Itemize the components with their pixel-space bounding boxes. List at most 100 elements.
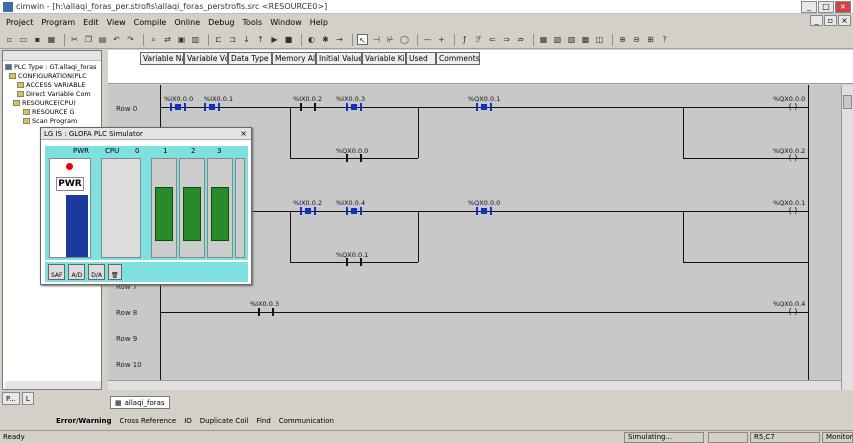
window-icon[interactable]: ◫: [594, 34, 605, 45]
ladder-horizontal-scrollbar[interactable]: [108, 380, 841, 390]
paste-icon[interactable]: ▤: [97, 34, 108, 45]
tab-io[interactable]: IO: [180, 417, 196, 425]
copy-icon[interactable]: ❐: [83, 34, 94, 45]
arrow-left-icon[interactable]: ⇐: [487, 34, 498, 45]
col-comments[interactable]: Comments: [436, 52, 480, 65]
upload-icon[interactable]: ↑: [255, 34, 266, 45]
tree-horizontal-scrollbar[interactable]: [5, 381, 101, 389]
compile-icon[interactable]: ▣: [176, 34, 187, 45]
menu-project[interactable]: Project: [2, 18, 37, 27]
menu-help[interactable]: Help: [306, 18, 332, 27]
coil[interactable]: ( ): [784, 308, 802, 316]
cpu-module[interactable]: [101, 158, 141, 258]
io-module-slot-3[interactable]: [207, 158, 233, 258]
download-icon[interactable]: ↓: [241, 34, 252, 45]
tree-node-configuration[interactable]: CONFIGURATION(PLC: [9, 72, 87, 80]
ad-button[interactable]: A/D: [68, 264, 86, 280]
run-icon[interactable]: ▶: [269, 34, 280, 45]
arrow-right-icon[interactable]: ⇒: [501, 34, 512, 45]
tab-duplicate-coil[interactable]: Duplicate Coil: [196, 417, 253, 425]
contact-active[interactable]: [346, 103, 362, 111]
coil[interactable]: ( ): [784, 207, 802, 215]
select-tool-icon[interactable]: ↖: [357, 34, 368, 45]
col-variable-kind[interactable]: Variable Ki: [362, 52, 406, 65]
coil[interactable]: ( ): [784, 103, 802, 111]
tree-tab-project[interactable]: P...: [2, 392, 20, 405]
comment-icon[interactable]: ▧: [552, 34, 563, 45]
save-icon[interactable]: ▪: [32, 34, 43, 45]
io-module-slot-2[interactable]: [179, 158, 205, 258]
scroll-thumb[interactable]: [843, 95, 852, 109]
menu-debug[interactable]: Debug: [204, 18, 238, 27]
da-button[interactable]: D/A: [88, 264, 105, 280]
hline-icon[interactable]: —: [422, 34, 433, 45]
tree-node-scan-program[interactable]: Scan Program: [23, 117, 77, 125]
func-icon[interactable]: ƒ: [459, 34, 470, 45]
jump-icon[interactable]: ⇏: [515, 34, 526, 45]
coil-icon[interactable]: ◯: [399, 34, 410, 45]
menu-edit[interactable]: Edit: [79, 18, 103, 27]
tree-node-resource[interactable]: RESOURCE(CPU): [13, 99, 76, 107]
menu-view[interactable]: View: [103, 18, 130, 27]
find-icon[interactable]: ⌕: [148, 34, 159, 45]
mdi-close-button[interactable]: ×: [838, 15, 851, 26]
col-variable-name[interactable]: Variable Na: [140, 52, 184, 65]
contact-no-icon[interactable]: ⊣: [371, 34, 382, 45]
tree-node-access-variable[interactable]: ACCESS VARIABLE: [17, 81, 85, 89]
open-icon[interactable]: ▭: [18, 34, 29, 45]
undo-icon[interactable]: ↶: [111, 34, 122, 45]
build-icon[interactable]: ▥: [190, 34, 201, 45]
mdi-restore-button[interactable]: ▫: [824, 15, 837, 26]
minimize-button[interactable]: _: [801, 1, 817, 13]
step-icon[interactable]: →: [334, 34, 345, 45]
tab-find[interactable]: Find: [252, 417, 274, 425]
disconnect-icon[interactable]: ⊐: [227, 34, 238, 45]
monitor-icon[interactable]: ◐: [306, 34, 317, 45]
ladder-vertical-scrollbar[interactable]: [841, 85, 853, 390]
document-tab[interactable]: ▦ allaqi_foras: [110, 396, 170, 409]
menu-window[interactable]: Window: [266, 18, 306, 27]
col-used[interactable]: Used: [406, 52, 436, 65]
col-variable-value[interactable]: Variable Vc: [184, 52, 228, 65]
stop-icon[interactable]: ■: [283, 34, 294, 45]
menu-tools[interactable]: Tools: [238, 18, 266, 27]
contact[interactable]: [346, 258, 362, 266]
tab-communication[interactable]: Communication: [275, 417, 338, 425]
contact[interactable]: [346, 154, 362, 162]
vline-icon[interactable]: +: [436, 34, 447, 45]
redo-icon[interactable]: ↷: [125, 34, 136, 45]
contact-active[interactable]: [170, 103, 186, 111]
col-memory-alloc[interactable]: Memory Al: [272, 52, 316, 65]
tree-node-direct-variable[interactable]: Direct Variable Com: [17, 90, 91, 98]
menu-program[interactable]: Program: [37, 18, 79, 27]
menu-compile[interactable]: Compile: [130, 18, 171, 27]
contact-active[interactable]: [300, 207, 316, 215]
close-button[interactable]: ×: [835, 1, 851, 13]
contact-active[interactable]: [476, 207, 492, 215]
io-module-slot-1[interactable]: [151, 158, 177, 258]
col-data-type[interactable]: Data Type: [228, 52, 272, 65]
zoom-out-icon[interactable]: ⊖: [631, 34, 642, 45]
tree-tab-library[interactable]: L: [21, 392, 34, 405]
contact-active[interactable]: [346, 207, 362, 215]
plc-simulator-window[interactable]: LG IS : GLOFA PLC Simulator × PWR CPU 0 …: [40, 127, 252, 285]
replace-icon[interactable]: ⇄: [162, 34, 173, 45]
trash-icon[interactable]: 🗑: [107, 264, 122, 280]
contact[interactable]: [300, 103, 316, 111]
maximize-button[interactable]: □: [818, 1, 834, 13]
simulator-title-bar[interactable]: LG IS : GLOFA PLC Simulator ×: [41, 128, 251, 140]
coil[interactable]: ( ): [784, 154, 802, 162]
label-icon[interactable]: ▨: [566, 34, 577, 45]
tab-cross-reference[interactable]: Cross Reference: [116, 417, 181, 425]
fb-icon[interactable]: ℱ: [473, 34, 484, 45]
zoom-in-icon[interactable]: ⊕: [617, 34, 628, 45]
col-initial-value[interactable]: Initial Value: [316, 52, 362, 65]
tab-error-warning[interactable]: Error/Warning: [52, 417, 116, 425]
tree-node-plc-type[interactable]: PLC Type : GT.allaqi_foras: [5, 63, 97, 71]
menu-online[interactable]: Online: [170, 18, 204, 27]
connect-icon[interactable]: ⊏: [213, 34, 224, 45]
contact-nc-icon[interactable]: ⊬: [385, 34, 396, 45]
mdi-minimize-button[interactable]: _: [810, 15, 823, 26]
help-icon[interactable]: ?: [659, 34, 670, 45]
grid-icon[interactable]: ⊞: [645, 34, 656, 45]
